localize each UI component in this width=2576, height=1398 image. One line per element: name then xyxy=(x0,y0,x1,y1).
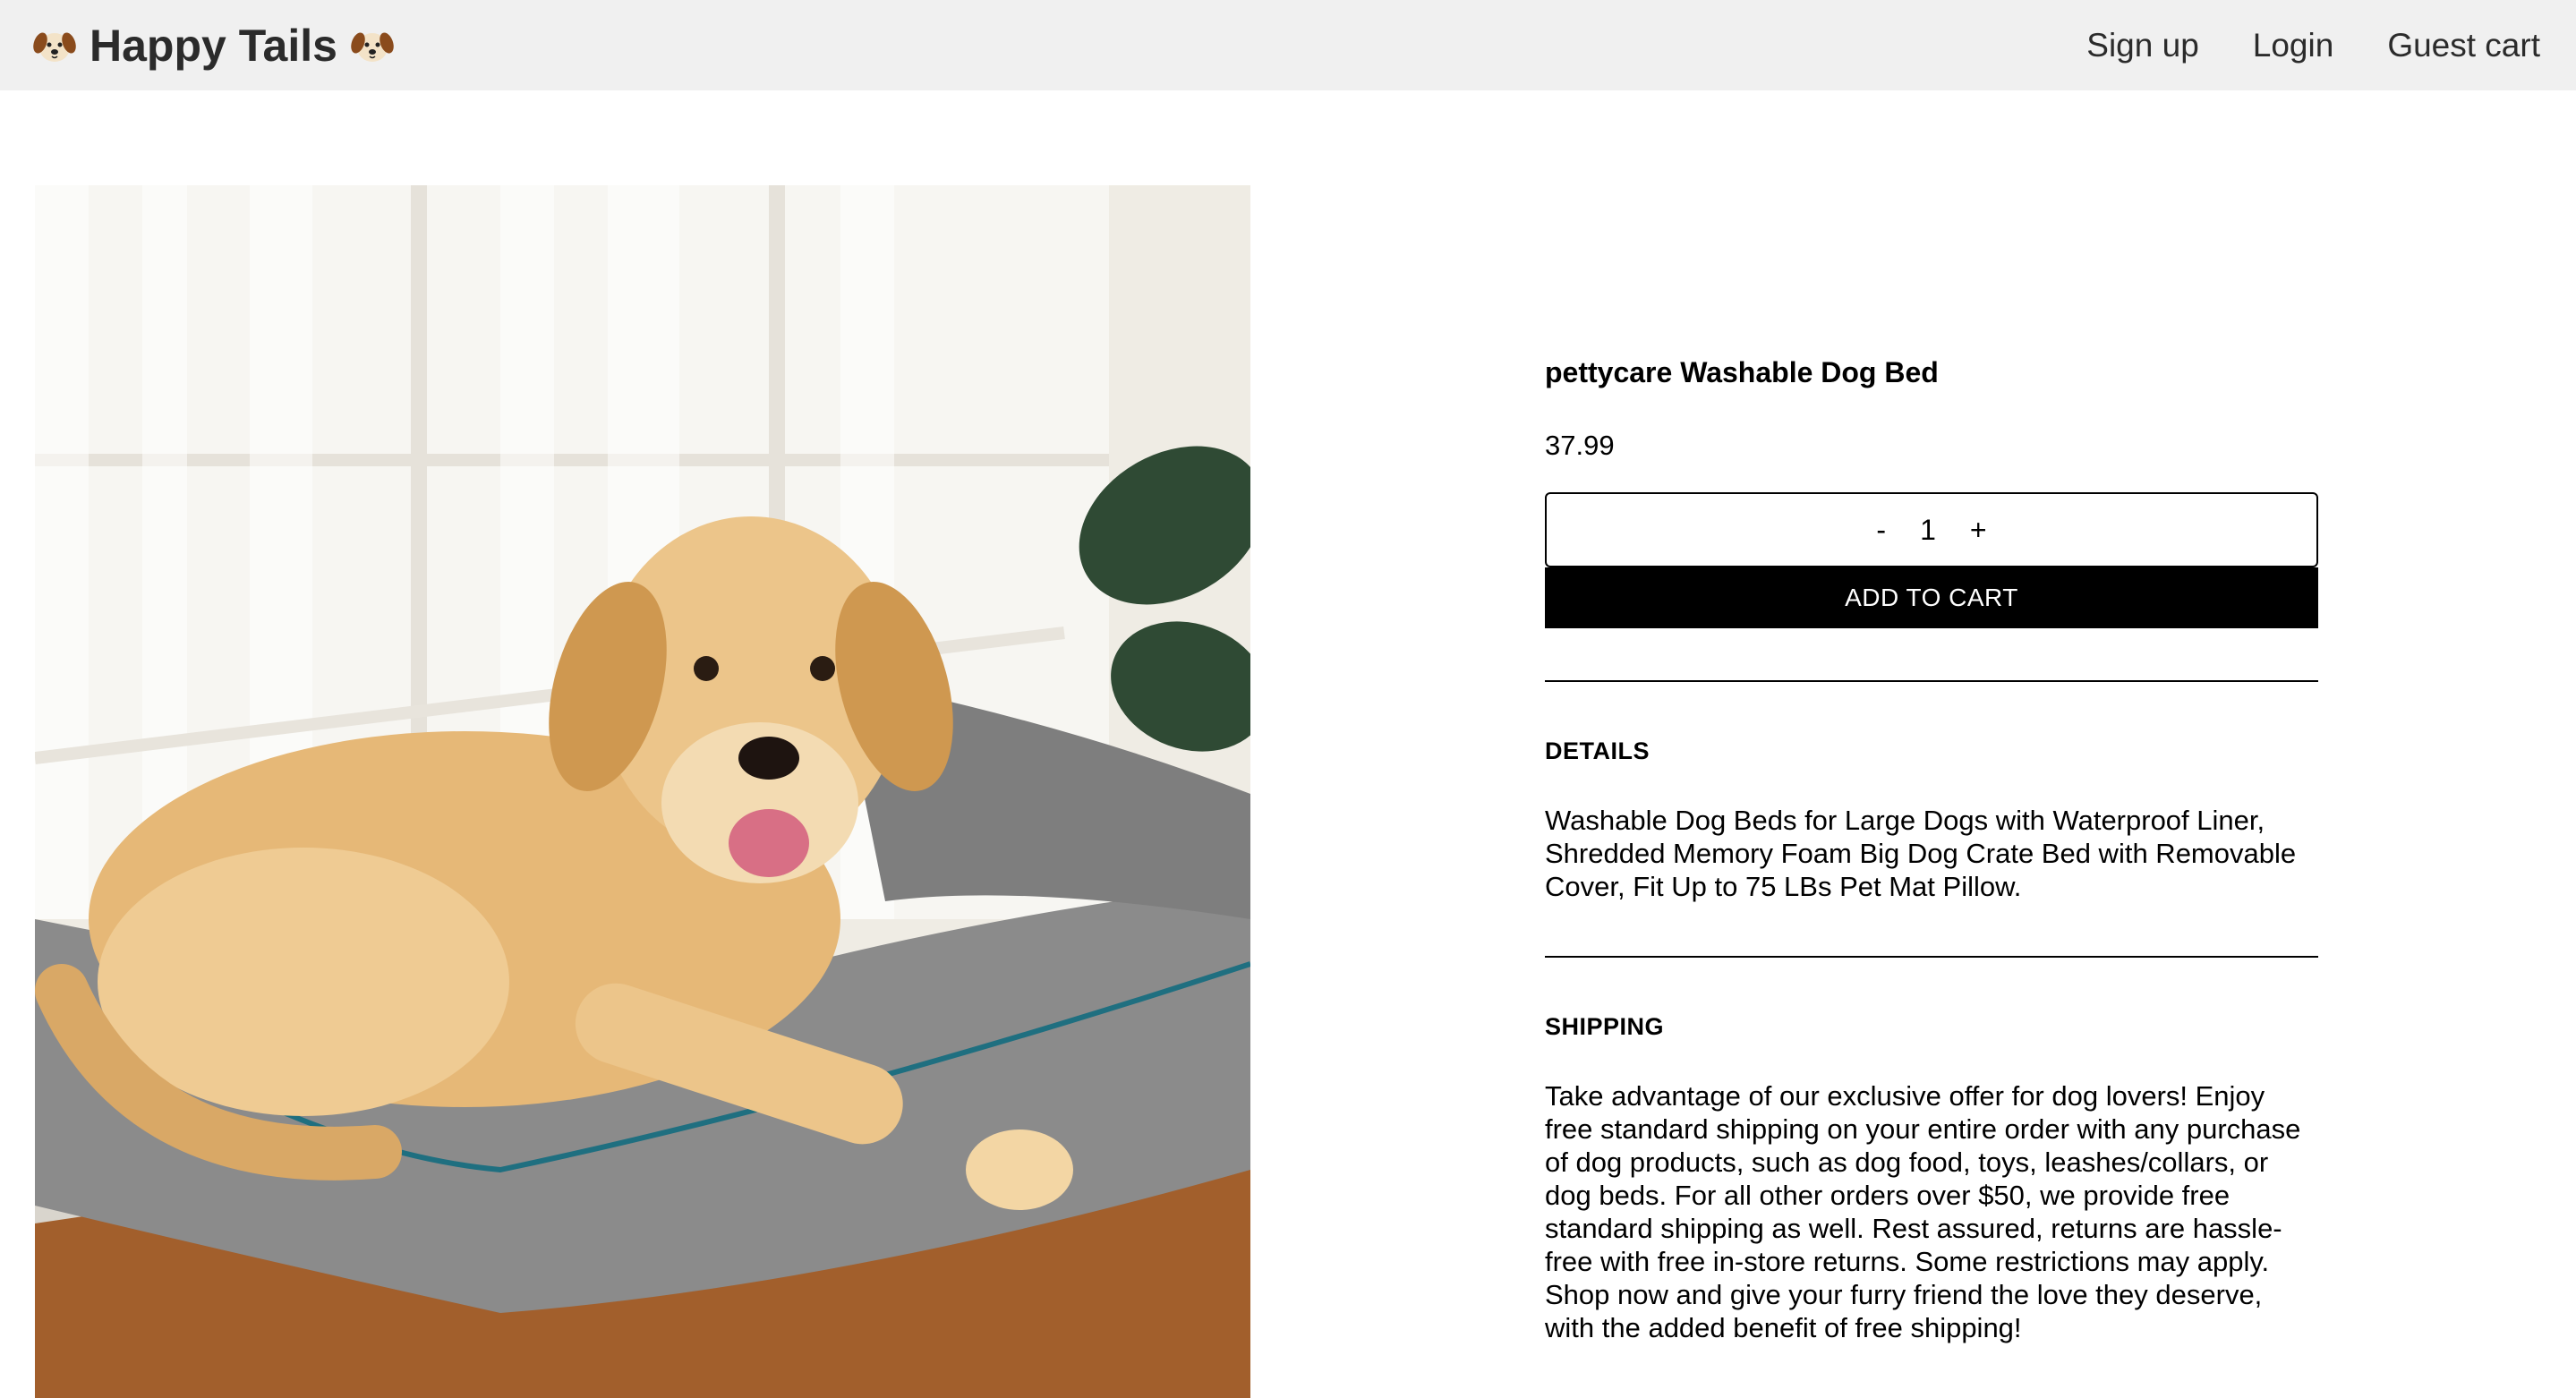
details-text: Washable Dog Beds for Large Dogs with Wa… xyxy=(1545,805,2297,902)
dog-face-icon xyxy=(33,31,76,62)
product-title: pettycare Washable Dog Bed xyxy=(1545,356,1939,388)
header-nav: Sign up Login Guest cart xyxy=(2086,27,2540,64)
divider xyxy=(1545,956,2318,958)
brand-name: Happy Tails xyxy=(90,20,337,71)
shipping-heading: SHIPPING xyxy=(1545,1013,1665,1040)
quantity-stepper: - 1 + xyxy=(1545,492,2318,567)
product-price: 37.99 xyxy=(1545,430,1615,461)
product-image xyxy=(35,185,1250,1398)
details-heading: DETAILS xyxy=(1545,737,1650,764)
login-link[interactable]: Login xyxy=(2253,27,2334,64)
quantity-decrease-button[interactable]: - xyxy=(1871,514,1891,547)
guest-cart-link[interactable]: Guest cart xyxy=(2387,27,2540,64)
dog-face-icon xyxy=(351,31,394,62)
divider xyxy=(1545,680,2318,682)
top-navbar: Happy Tails Sign up Login Guest cart xyxy=(0,0,2576,90)
shipping-text: Take advantage of our exclusive offer fo… xyxy=(1545,1080,2301,1343)
quantity-increase-button[interactable]: + xyxy=(1965,514,1992,547)
brand-logo[interactable]: Happy Tails xyxy=(32,20,395,72)
dog-bed-photo xyxy=(35,185,1250,1398)
quantity-value[interactable]: 1 xyxy=(1920,514,1936,547)
signup-link[interactable]: Sign up xyxy=(2086,27,2199,64)
add-to-cart-button[interactable]: ADD TO CART xyxy=(1545,567,2318,628)
